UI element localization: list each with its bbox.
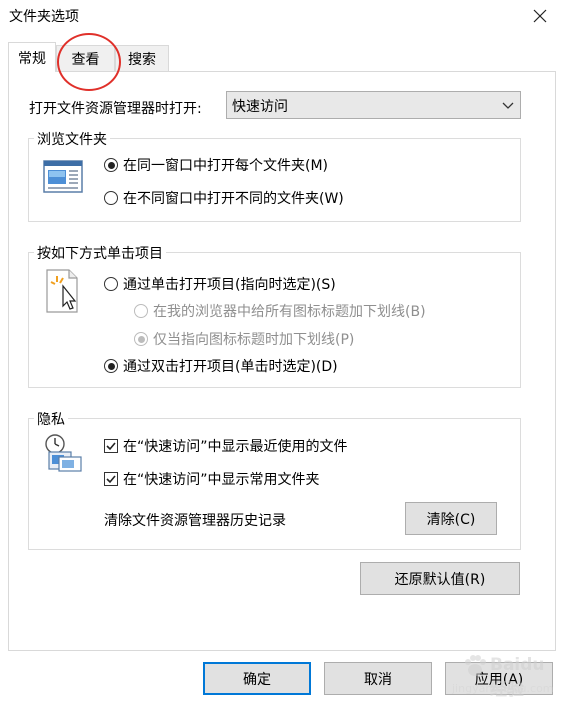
cancel-button[interactable]: 取消 [324, 662, 432, 695]
radio-underline-hover[interactable]: 仅当指向图标标题时加下划线(P) [134, 329, 354, 349]
radio-new-window-label: 在不同窗口中打开不同的文件夹(W) [123, 191, 344, 207]
radio-selected-icon [104, 158, 118, 172]
checkbox-recent-files-label: 在“快速访问”中显示最近使用的文件 [123, 439, 348, 455]
privacy-history-icon [45, 434, 82, 472]
watermark-url: jingyan.baidu.com [452, 682, 554, 695]
ok-button[interactable]: 确定 [203, 662, 311, 695]
radio-same-window-label: 在同一窗口中打开每个文件夹(M) [123, 158, 329, 174]
tab-search-label: 搜索 [128, 51, 156, 68]
radio-unselected-icon [104, 191, 118, 205]
radio-single-click-label: 通过单击打开项目(指向时选定)(S) [123, 277, 336, 293]
ok-button-label: 确定 [243, 671, 271, 688]
radio-single-click[interactable]: 通过单击打开项目(指向时选定)(S) [104, 274, 336, 294]
tab-view-label: 查看 [71, 51, 100, 68]
single-click-cursor-icon [46, 269, 78, 313]
radio-selected-icon [104, 359, 118, 373]
radio-same-window[interactable]: 在同一窗口中打开每个文件夹(M) [104, 155, 328, 175]
tab-view[interactable]: 查看 [56, 45, 115, 71]
checkmark-icon [104, 472, 118, 486]
browse-folders-title: 浏览文件夹 [34, 129, 110, 149]
checkmark-icon [104, 439, 118, 453]
browse-window-icon [43, 160, 83, 193]
radio-double-click[interactable]: 通过双击打开项目(单击时选定)(D) [104, 356, 338, 376]
window-title: 文件夹选项 [9, 9, 79, 25]
chevron-down-icon [502, 102, 514, 109]
privacy-title: 隐私 [34, 409, 68, 429]
title-bar: 文件夹选项 [0, 0, 563, 32]
close-icon [533, 9, 547, 23]
open-in-dropdown[interactable]: 快速访问 [226, 91, 521, 119]
radio-selected-icon [134, 332, 148, 346]
clear-history-button[interactable]: 清除(C) [405, 502, 497, 535]
restore-defaults-button[interactable]: 还原默认值(R) [360, 562, 520, 595]
open-in-label: 打开文件资源管理器时打开: [29, 101, 202, 117]
click-items-title: 按如下方式单击项目 [34, 243, 166, 263]
radio-underline-all[interactable]: 在我的浏览器中给所有图标标题加下划线(B) [134, 301, 426, 321]
browse-folders-group [28, 138, 521, 222]
paw-icon [465, 655, 486, 676]
checkbox-frequent-folders-label: 在“快速访问”中显示常用文件夹 [123, 472, 320, 488]
baidu-watermark: Baidu 经验 jingyan.baidu.com [452, 650, 562, 702]
tab-general[interactable]: 常规 [8, 42, 56, 72]
radio-underline-all-label: 在我的浏览器中给所有图标标题加下划线(B) [153, 304, 426, 320]
radio-underline-hover-label: 仅当指向图标标题时加下划线(P) [153, 332, 355, 348]
radio-new-window[interactable]: 在不同窗口中打开不同的文件夹(W) [104, 188, 344, 208]
radio-unselected-icon [104, 277, 118, 291]
clear-history-button-label: 清除(C) [426, 511, 476, 528]
checkbox-recent-files[interactable]: 在“快速访问”中显示最近使用的文件 [104, 436, 348, 456]
radio-double-click-label: 通过双击打开项目(单击时选定)(D) [123, 359, 338, 375]
cancel-button-label: 取消 [364, 671, 392, 688]
radio-unselected-icon [134, 304, 148, 318]
tab-search[interactable]: 搜索 [115, 45, 169, 71]
tab-general-label: 常规 [18, 50, 46, 67]
clear-history-label: 清除文件资源管理器历史记录 [104, 513, 286, 529]
open-in-value: 快速访问 [232, 99, 288, 115]
restore-defaults-label: 还原默认值(R) [394, 571, 486, 588]
checkbox-frequent-folders[interactable]: 在“快速访问”中显示常用文件夹 [104, 469, 320, 489]
close-button[interactable] [517, 0, 563, 32]
